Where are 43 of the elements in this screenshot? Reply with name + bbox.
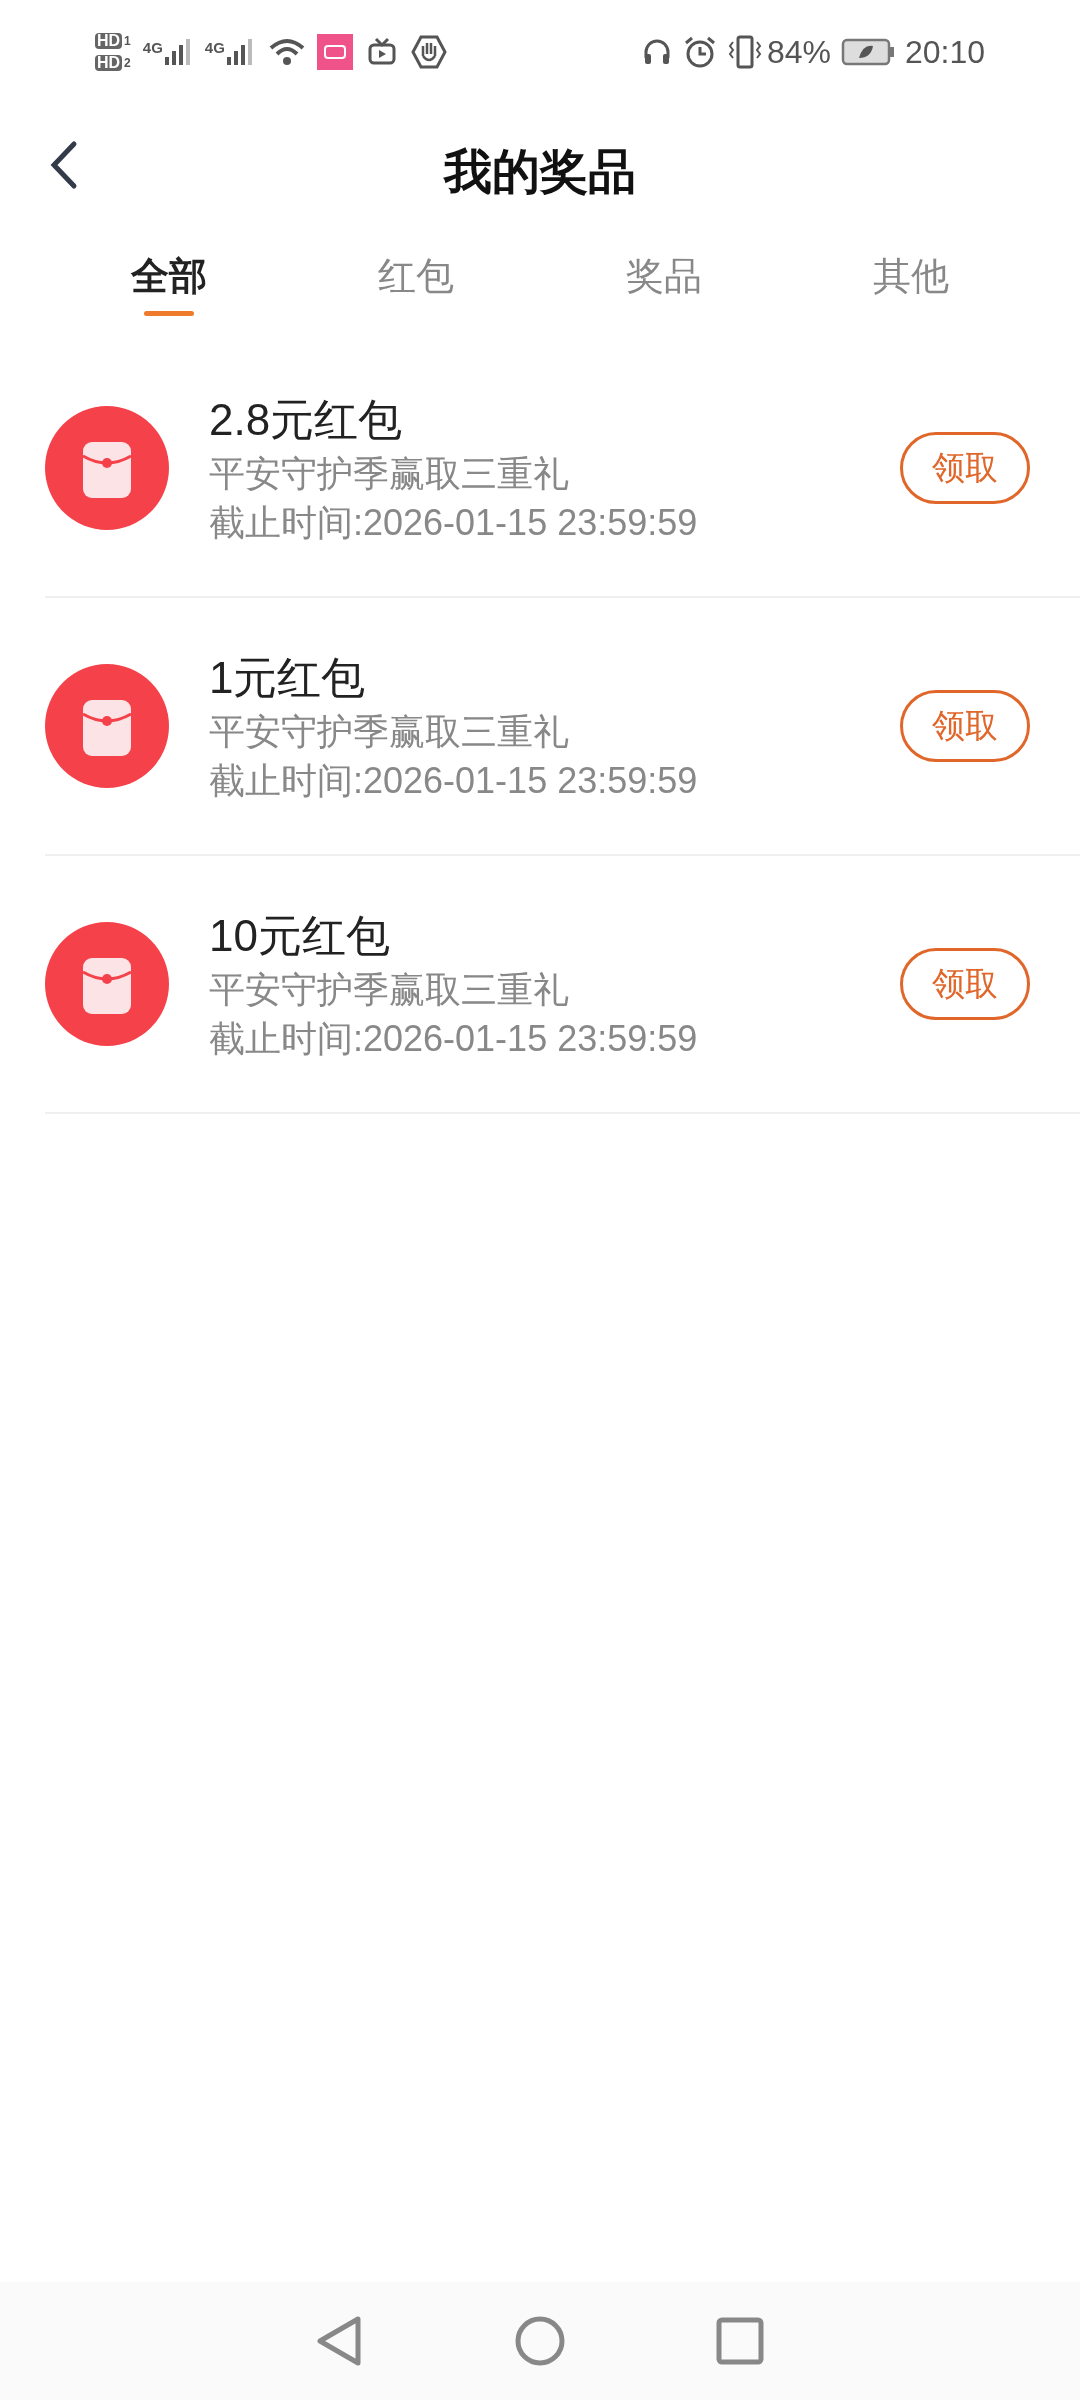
network-label: 4G	[142, 38, 163, 58]
clock-time: 20:10	[904, 33, 985, 72]
triangle-icon	[316, 2315, 364, 2367]
recents-button[interactable]	[716, 2317, 764, 2365]
envelope-icon	[45, 922, 169, 1046]
signal-icon	[224, 37, 255, 67]
prize-title: 10元红包	[209, 909, 391, 962]
battery-icon	[840, 38, 895, 66]
nav-back-button[interactable]	[316, 2315, 364, 2367]
envelope-icon	[45, 664, 169, 788]
home-button[interactable]	[514, 2315, 566, 2367]
page-title: 我的奖品	[444, 144, 636, 200]
alarm-icon	[682, 35, 717, 69]
hand-icon	[410, 34, 447, 70]
envelope-icon	[45, 406, 169, 530]
app-icon	[316, 34, 353, 70]
claim-button[interactable]: 领取	[900, 690, 1030, 762]
prize-title: 1元红包	[209, 651, 367, 704]
tab-underline	[143, 311, 194, 316]
prize-deadline: 截止时间:2026-01-15 23:59:59	[209, 1016, 699, 1061]
tab[interactable]: 奖品	[540, 240, 788, 340]
circle-icon	[514, 2315, 566, 2367]
tab[interactable]: 红包	[292, 240, 540, 340]
claim-button[interactable]: 领取	[900, 432, 1030, 504]
prize-subtitle: 平安守护季赢取三重礼	[209, 967, 570, 1012]
prize-deadline: 截止时间:2026-01-15 23:59:59	[209, 500, 699, 545]
sim-label: HD 2	[95, 55, 131, 71]
battery-percent: 84%	[766, 33, 831, 72]
back-button[interactable]	[48, 140, 78, 190]
tab[interactable]: 全部	[45, 240, 293, 340]
sim-label: HD 1	[95, 33, 131, 49]
tab[interactable]: 其他	[787, 240, 1035, 340]
prize-deadline: 截止时间:2026-01-15 23:59:59	[209, 758, 699, 803]
claim-button[interactable]: 领取	[900, 948, 1030, 1020]
signal-icon	[162, 37, 193, 67]
network-label: 4G	[204, 38, 225, 58]
square-icon	[716, 2317, 764, 2365]
back-icon	[48, 140, 78, 190]
tv-icon	[366, 37, 397, 67]
prize-title: 2.8元红包	[209, 393, 404, 446]
vibrate-icon	[726, 34, 763, 70]
prize-subtitle: 平安守护季赢取三重礼	[209, 709, 570, 754]
prize-subtitle: 平安守护季赢取三重礼	[209, 451, 570, 496]
